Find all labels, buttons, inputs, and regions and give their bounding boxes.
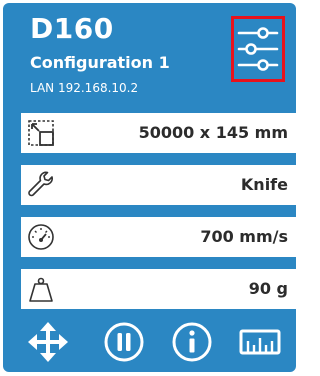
move-button[interactable]: [26, 320, 70, 364]
measure-button[interactable]: [238, 320, 282, 364]
tool-row[interactable]: Knife: [21, 165, 296, 205]
lan-address: LAN 192.168.10.2: [30, 81, 139, 95]
speedometer-icon: [28, 224, 54, 250]
pressure-value: 90 g: [248, 279, 288, 298]
tool-value: Knife: [240, 175, 288, 194]
weight-pressure-icon: [29, 277, 53, 302]
pause-button[interactable]: [102, 320, 146, 364]
ruler-icon: [239, 329, 281, 355]
speed-value: 700 mm/s: [200, 227, 288, 246]
sliders-settings-icon: [237, 27, 279, 71]
device-screen: D160 Configuration 1 LAN 192.168.10.2 50…: [0, 0, 299, 376]
material-size-row[interactable]: 50000 x 145 mm: [21, 113, 296, 153]
configuration-name: Configuration 1: [30, 53, 170, 72]
settings-button[interactable]: [231, 16, 285, 82]
pressure-row[interactable]: 90 g: [21, 269, 296, 309]
material-size-value: 50000 x 145 mm: [138, 123, 288, 142]
material-size-icon: [28, 120, 54, 146]
speed-row[interactable]: 700 mm/s: [21, 217, 296, 257]
device-name: D160: [30, 12, 114, 45]
pause-icon: [104, 322, 144, 362]
wrench-tool-icon: [28, 171, 53, 197]
info-icon: [172, 322, 212, 362]
move-arrows-icon: [28, 322, 68, 362]
info-button[interactable]: [170, 320, 214, 364]
